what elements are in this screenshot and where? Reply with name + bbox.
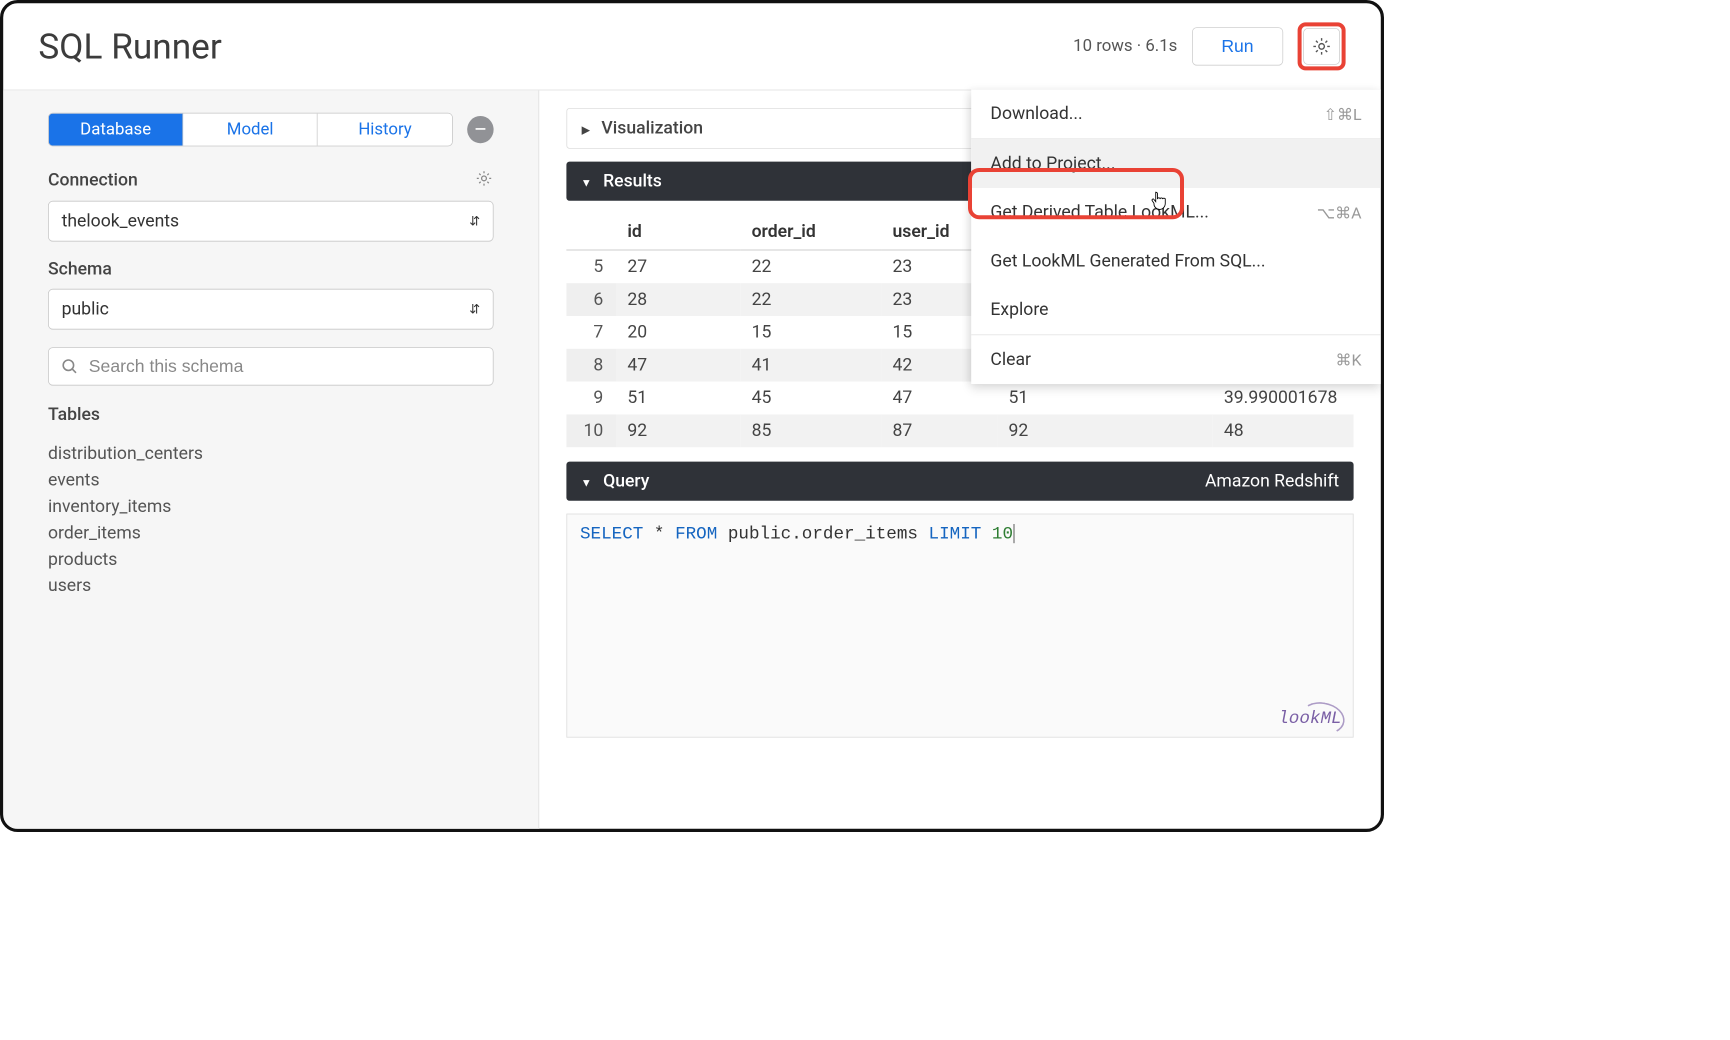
sql-kw-select: SELECT	[580, 524, 643, 544]
menu-get-derived-table[interactable]: Get Derived Table LookML... ⌥⌘A	[971, 188, 1381, 237]
connection-settings-button[interactable]	[474, 169, 493, 191]
gear-icon	[474, 169, 493, 188]
sort-caret-icon: ⇵	[469, 302, 480, 317]
col-rownum	[566, 214, 616, 250]
shortcut: ⌥⌘A	[1317, 203, 1362, 222]
schema-search[interactable]	[48, 347, 494, 385]
tab-model[interactable]: Model	[183, 114, 318, 146]
query-db: Amazon Redshift	[1205, 471, 1339, 491]
sql-table: public.order_items	[717, 524, 928, 544]
header: SQL Runner 10 rows · 6.1s Run	[3, 3, 1381, 90]
segmented-control: Database Model History	[48, 113, 453, 147]
page-title: SQL Runner	[38, 26, 221, 68]
schema-value: public	[62, 299, 109, 319]
connection-value: thelook_events	[62, 211, 180, 231]
menu-explore[interactable]: Explore	[971, 286, 1381, 335]
query-label: Query	[603, 471, 649, 491]
caret-right-icon	[582, 118, 591, 138]
sql-editor[interactable]: SELECT * FROM public.order_items LIMIT 1…	[566, 514, 1353, 738]
table-item[interactable]: distribution_centers	[48, 441, 494, 467]
caret-down-icon	[581, 471, 592, 491]
col-id[interactable]: id	[616, 214, 740, 250]
sidebar: Database Model History − Connection	[3, 90, 539, 829]
results-label: Results	[603, 171, 662, 191]
table-item[interactable]: inventory_items	[48, 494, 494, 520]
table-item[interactable]: events	[48, 467, 494, 493]
query-header[interactable]: Query Amazon Redshift	[566, 462, 1353, 501]
table-row[interactable]: 10 92 85 87 92 48	[566, 414, 1353, 447]
menu-add-to-project[interactable]: Add to Project...	[971, 139, 1381, 188]
lookml-logo: lookML	[1278, 709, 1341, 729]
caret-down-icon	[581, 171, 592, 191]
search-input[interactable]	[89, 356, 482, 377]
connection-label-row: Connection	[48, 169, 494, 191]
menu-clear[interactable]: Clear ⌘K	[971, 335, 1381, 384]
header-right: 10 rows · 6.1s Run	[1073, 22, 1345, 70]
schema-label: Schema	[48, 259, 494, 279]
app-frame: SQL Runner 10 rows · 6.1s Run Database M…	[0, 0, 1384, 832]
gear-highlight	[1298, 22, 1346, 70]
table-item[interactable]: products	[48, 546, 494, 572]
connection-select[interactable]: thelook_events ⇵	[48, 201, 494, 242]
status-text: 10 rows · 6.1s	[1073, 37, 1177, 56]
menu-download[interactable]: Download... ⇧⌘L	[971, 90, 1381, 139]
table-item[interactable]: users	[48, 573, 494, 599]
shortcut: ⌘K	[1336, 350, 1362, 369]
sql-star: *	[643, 524, 675, 544]
text-cursor-icon	[1014, 524, 1015, 543]
table-list: distribution_centers events inventory_it…	[48, 441, 494, 599]
search-icon	[60, 357, 79, 376]
sql-limit-val: 10	[981, 524, 1013, 544]
shortcut: ⇧⌘L	[1324, 104, 1362, 123]
tab-database[interactable]: Database	[49, 114, 184, 146]
gear-dropdown-menu: Download... ⇧⌘L Add to Project... Get De…	[971, 90, 1381, 384]
cursor-pointer-icon	[1149, 190, 1170, 216]
table-item[interactable]: order_items	[48, 520, 494, 546]
visualization-label: Visualization	[601, 118, 703, 138]
tables-label: Tables	[48, 405, 494, 425]
sidebar-tabbar: Database Model History −	[48, 113, 494, 147]
col-order-id[interactable]: order_id	[740, 214, 881, 250]
minus-icon: −	[474, 116, 488, 144]
schema-select[interactable]: public ⇵	[48, 289, 494, 330]
tab-history[interactable]: History	[318, 114, 452, 146]
sql-kw-limit: LIMIT	[929, 524, 982, 544]
logo-arc-icon	[1298, 699, 1348, 738]
collapse-sidebar-button[interactable]: −	[467, 116, 493, 143]
sort-caret-icon: ⇵	[469, 214, 480, 229]
menu-get-lookml[interactable]: Get LookML Generated From SQL...	[971, 237, 1381, 286]
settings-gear-button[interactable]	[1303, 28, 1340, 65]
gear-icon	[1311, 36, 1332, 57]
table-row[interactable]: 9 51 45 47 51 39.990001678	[566, 382, 1353, 415]
run-button[interactable]: Run	[1192, 27, 1283, 65]
sql-kw-from: FROM	[675, 524, 717, 544]
connection-label: Connection	[48, 170, 138, 190]
